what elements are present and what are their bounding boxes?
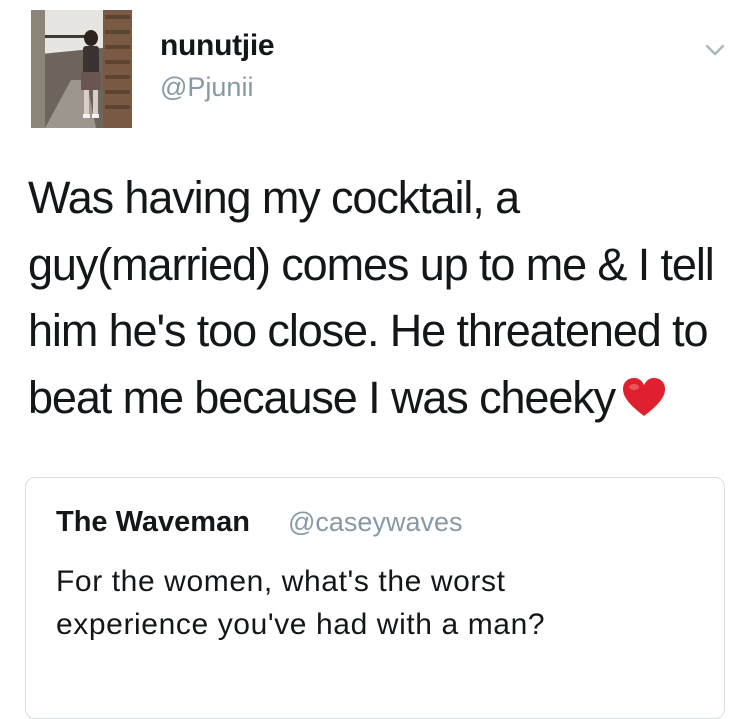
- tweet-text-line: guy(married) comes up to me & I tell: [28, 238, 715, 290]
- quoted-author-handle: @caseywaves: [288, 507, 463, 537]
- tweet-text-line: Was having my cocktail, a: [28, 172, 520, 223]
- profile-photo-icon: [31, 10, 132, 128]
- tweet-text-line: beat me because I was cheeky: [28, 371, 616, 423]
- quoted-tweet-card[interactable]: The Waveman @caseywaves For the women, w…: [25, 477, 725, 719]
- quoted-author-name: The Waveman: [56, 506, 250, 538]
- tweet-text-line-last: beat me because I was cheeky: [28, 365, 738, 432]
- quoted-text-line: For the women, what's the worst: [56, 565, 506, 598]
- chevron-down-icon: [705, 44, 725, 56]
- author-handle[interactable]: @Pjunii: [160, 72, 253, 103]
- tweet-menu-button[interactable]: [700, 38, 730, 62]
- quoted-text-line: experience you've had with a man?: [56, 608, 546, 641]
- avatar[interactable]: [31, 10, 132, 128]
- tweet-text: Was having my cocktail, a guy(married) c…: [28, 165, 738, 431]
- quoted-tweet-text: For the women, what's the worst experien…: [56, 560, 706, 646]
- author-display-name[interactable]: nunutjie: [160, 29, 275, 63]
- tweet-text-line: him he's too close. He threatened to: [28, 305, 709, 356]
- red-heart-icon: [621, 376, 667, 418]
